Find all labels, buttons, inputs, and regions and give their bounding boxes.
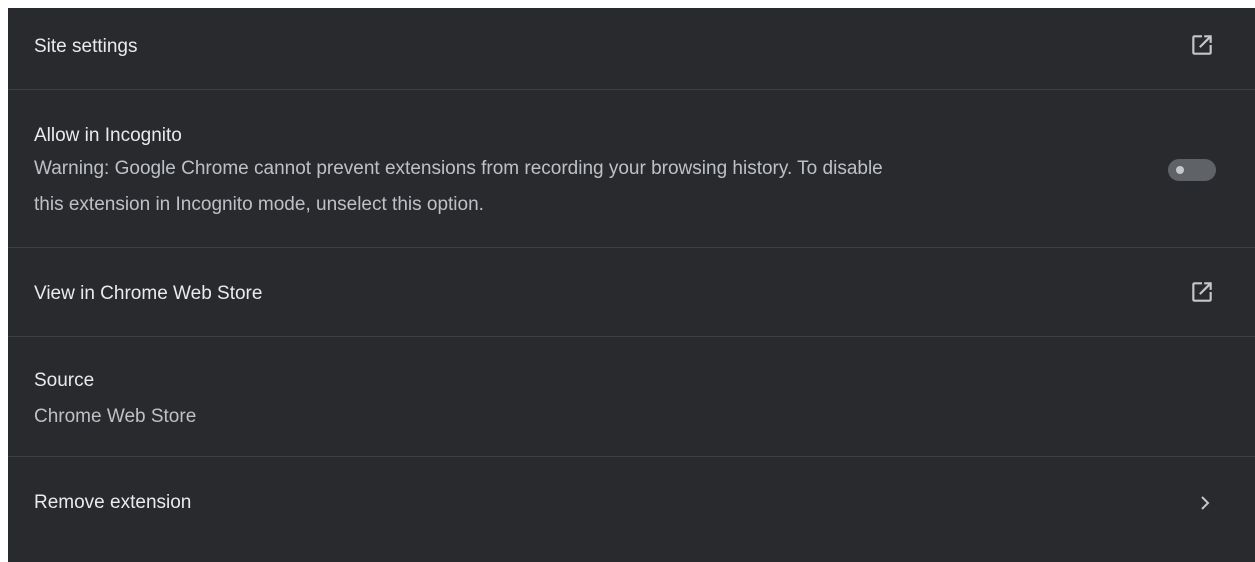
view-in-web-store-row[interactable]: View in Chrome Web Store: [8, 248, 1255, 336]
site-settings-label: Site settings: [34, 36, 138, 57]
allow-incognito-toggle[interactable]: [1168, 159, 1216, 181]
source-row: Source Chrome Web Store: [8, 337, 1255, 456]
source-label: Source: [34, 370, 95, 391]
chevron-right-icon[interactable]: [1195, 491, 1215, 515]
incognito-warning-line-2: this extension in Incognito mode, unsele…: [34, 194, 484, 215]
open-in-new-icon[interactable]: [1189, 32, 1215, 58]
open-in-new-icon[interactable]: [1189, 279, 1215, 305]
allow-incognito-label: Allow in Incognito: [34, 125, 182, 146]
remove-extension-label: Remove extension: [34, 492, 192, 513]
site-settings-row[interactable]: Site settings: [8, 8, 1255, 89]
extension-details-panel: Site settings Allow in Incognito Warning…: [8, 8, 1255, 562]
remove-extension-row[interactable]: Remove extension: [8, 457, 1255, 562]
source-value: Chrome Web Store: [34, 406, 197, 427]
incognito-warning-line-1: Warning: Google Chrome cannot prevent ex…: [34, 158, 883, 179]
incognito-warning-text: Warning: Google Chrome cannot prevent ex…: [34, 151, 1144, 223]
view-in-web-store-label: View in Chrome Web Store: [34, 283, 263, 304]
toggle-knob: [1176, 166, 1184, 174]
allow-incognito-row: Allow in Incognito Warning: Google Chrom…: [8, 90, 1255, 247]
